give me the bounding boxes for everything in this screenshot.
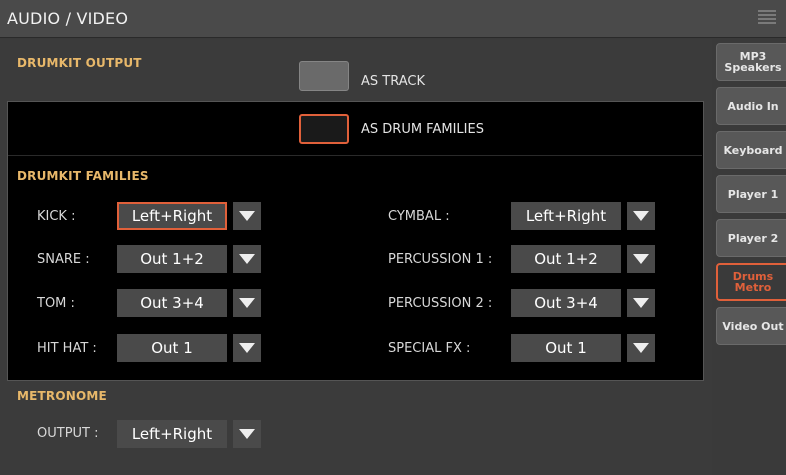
tab-video-out[interactable]: Video Out bbox=[716, 307, 786, 345]
snare-value: Out 1+2 bbox=[117, 245, 227, 273]
chevron-down-icon[interactable] bbox=[233, 289, 261, 317]
chevron-down-icon[interactable] bbox=[233, 420, 261, 448]
chevron-down-icon[interactable] bbox=[627, 245, 655, 273]
as-track-button[interactable] bbox=[299, 61, 349, 91]
metronome-heading: METRONOME bbox=[17, 389, 107, 403]
chevron-down-icon[interactable] bbox=[233, 245, 261, 273]
tab-player-1[interactable]: Player 1 bbox=[716, 175, 786, 213]
chevron-down-icon[interactable] bbox=[627, 334, 655, 362]
as-track-label: AS TRACK bbox=[361, 74, 425, 89]
header-bar: AUDIO / VIDEO bbox=[0, 0, 786, 38]
snare-label: SNARE : bbox=[37, 252, 90, 267]
drumkit-families-heading: DRUMKIT FAMILIES bbox=[17, 169, 149, 183]
divider bbox=[8, 155, 702, 156]
kick-value: Left+Right bbox=[117, 202, 227, 230]
percussion2-value: Out 3+4 bbox=[511, 289, 621, 317]
percussion1-label: PERCUSSION 1 : bbox=[388, 252, 493, 267]
kick-label: KICK : bbox=[37, 209, 76, 224]
chevron-down-icon[interactable] bbox=[233, 202, 261, 230]
cymbal-label: CYMBAL : bbox=[388, 209, 450, 224]
metronome-output-value: Left+Right bbox=[117, 420, 227, 448]
tab-audio-in[interactable]: Audio In bbox=[716, 87, 786, 125]
tom-value: Out 3+4 bbox=[117, 289, 227, 317]
tab-mp3-speakers[interactable]: MP3 Speakers bbox=[716, 43, 786, 81]
tab-player-2[interactable]: Player 2 bbox=[716, 219, 786, 257]
cymbal-value: Left+Right bbox=[511, 202, 621, 230]
chevron-down-icon[interactable] bbox=[627, 289, 655, 317]
page-title: AUDIO / VIDEO bbox=[7, 9, 129, 28]
hit-hat-label: HIT HAT : bbox=[37, 341, 97, 356]
drumkit-output-heading: DRUMKIT OUTPUT bbox=[17, 56, 142, 70]
percussion1-value: Out 1+2 bbox=[511, 245, 621, 273]
chevron-down-icon[interactable] bbox=[627, 202, 655, 230]
metronome-output-label: OUTPUT : bbox=[37, 426, 99, 441]
tom-label: TOM : bbox=[37, 296, 75, 311]
special-fx-value: Out 1 bbox=[511, 334, 621, 362]
tab-drums-metro[interactable]: Drums Metro bbox=[716, 263, 786, 301]
menu-icon[interactable] bbox=[758, 10, 776, 26]
percussion2-label: PERCUSSION 2 : bbox=[388, 296, 493, 311]
tab-keyboard[interactable]: Keyboard bbox=[716, 131, 786, 169]
sidebar: MP3 Speakers Audio In Keyboard Player 1 … bbox=[712, 39, 786, 475]
as-drum-families-label: AS DRUM FAMILIES bbox=[361, 122, 484, 137]
special-fx-label: SPECIAL FX : bbox=[388, 341, 471, 356]
chevron-down-icon[interactable] bbox=[233, 334, 261, 362]
hit-hat-value: Out 1 bbox=[117, 334, 227, 362]
as-drum-families-button[interactable] bbox=[299, 114, 349, 144]
